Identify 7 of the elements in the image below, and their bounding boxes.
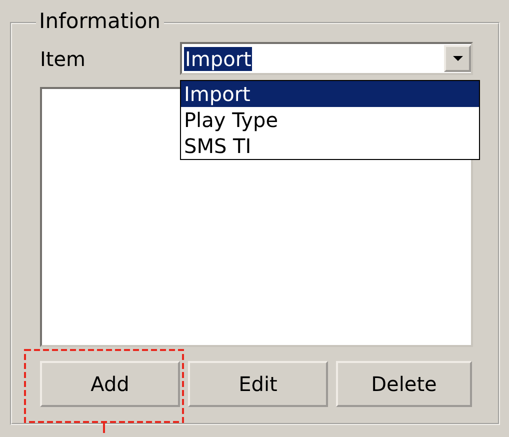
dropdown-option[interactable]: Play Type	[181, 107, 479, 133]
action-button[interactable]: Add	[40, 361, 180, 407]
item-label: Item	[40, 46, 86, 70]
action-button[interactable]: Delete	[336, 361, 472, 407]
action-button[interactable]: Edit	[188, 361, 328, 407]
dropdown-option[interactable]: Import	[181, 81, 479, 107]
dropdown-option[interactable]: SMS TI	[181, 133, 479, 159]
